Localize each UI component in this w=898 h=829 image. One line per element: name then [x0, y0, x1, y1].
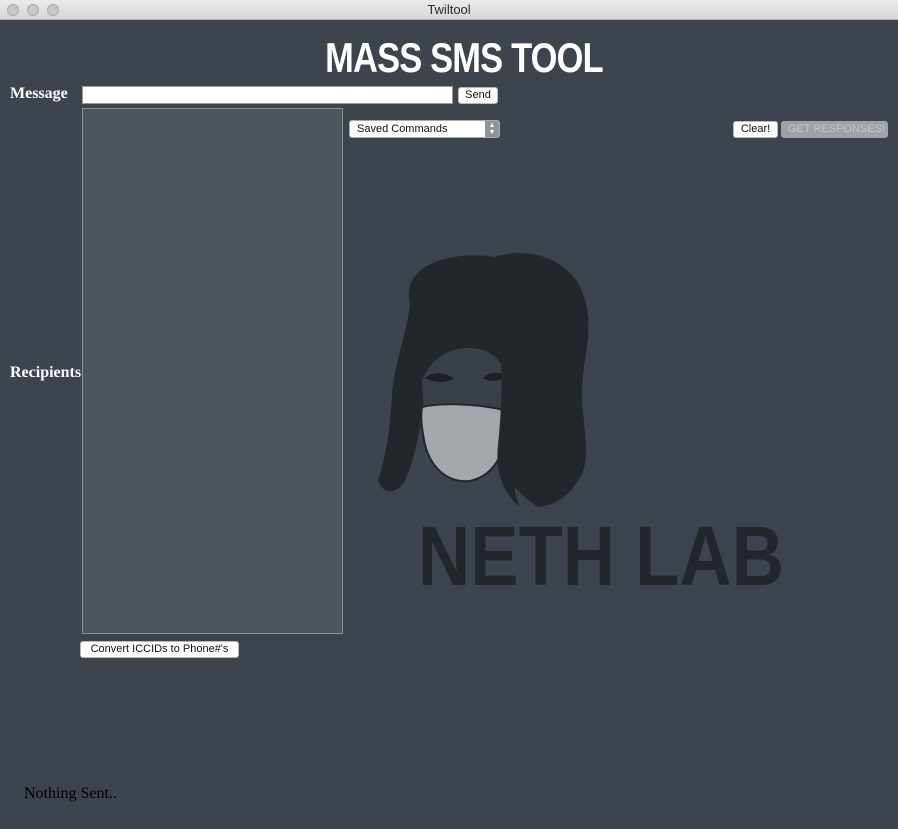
clear-button[interactable]: Clear!	[733, 121, 778, 138]
get-responses-button[interactable]: GET RESPONSES!	[781, 121, 888, 138]
convert-iccids-button[interactable]: Convert ICCIDs to Phone#'s	[80, 641, 239, 658]
logo-text: NETH LAB	[418, 509, 784, 603]
message-label: Message	[10, 85, 68, 102]
saved-commands-selected: Saved Commands	[357, 123, 448, 135]
neth-lab-logo: NETH LAB	[378, 252, 784, 603]
status-text: Nothing Sent..	[24, 785, 117, 802]
saved-commands-select[interactable]: Saved Commands ▲ ▼	[349, 120, 500, 138]
logo-mask-shape	[420, 403, 510, 483]
send-button[interactable]: Send	[458, 87, 498, 104]
recipients-textarea[interactable]	[82, 108, 343, 634]
chevron-up-down-icon: ▲ ▼	[485, 121, 499, 137]
recipients-label: Recipients	[10, 364, 82, 381]
message-input[interactable]	[82, 86, 453, 104]
window-title: Twiltool	[427, 2, 471, 17]
page-title: MASS SMS TOOL	[325, 34, 603, 81]
title-bar: Twiltool	[0, 0, 898, 20]
app-window: Twiltool MASS SMS TOOL Message Send Reci…	[0, 0, 898, 829]
